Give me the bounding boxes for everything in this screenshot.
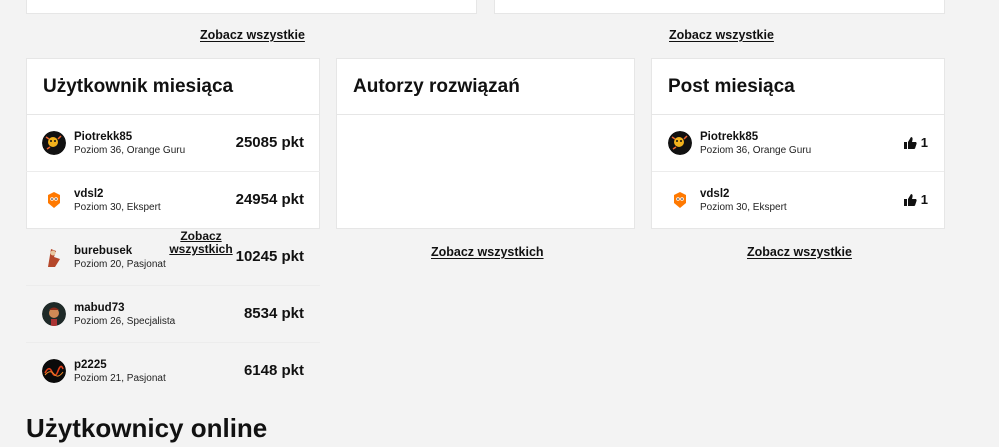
user-points: 10245 pkt <box>235 248 304 265</box>
post-author-name[interactable]: Piotrekk85 <box>700 131 758 143</box>
thumbs-up-icon <box>903 136 917 149</box>
see-all-link-left[interactable]: Zobacz wszystkie <box>200 28 305 42</box>
card-title: Użytkownik miesiąca <box>43 75 234 97</box>
user-level: Poziom 21, Pasjonat <box>74 373 166 384</box>
see-all-authors-link[interactable]: Zobacz wszystkich <box>431 245 544 259</box>
user-name[interactable]: Piotrekk85 <box>74 131 132 143</box>
user-points: 8534 pkt <box>243 305 304 322</box>
list-item[interactable]: vdsl2 Poziom 30, Ekspert 1 <box>652 172 944 229</box>
like-count-value: 1 <box>920 192 928 207</box>
top-card-right <box>494 0 945 14</box>
like-count: 1 <box>903 192 928 207</box>
solution-authors-card: Autorzy rozwiązań <box>336 58 635 229</box>
card-header: Autorzy rozwiązań <box>337 59 634 115</box>
user-points: 24954 pkt <box>235 191 304 208</box>
see-all-link-right[interactable]: Zobacz wszystkie <box>669 28 774 42</box>
list-item[interactable]: mabud73 Poziom 26, Specjalista 8534 pkt <box>26 286 320 343</box>
post-of-month-card: Post miesiąca Piotrekk85 Poziom 36, Oran… <box>651 58 945 229</box>
user-name[interactable]: vdsl2 <box>74 188 103 200</box>
card-header: Post miesiąca <box>652 59 944 115</box>
list-item[interactable]: p2225 Poziom 21, Pasjonat 6148 pkt <box>26 343 320 400</box>
list-item[interactable]: Piotrekk85 Poziom 36, Orange Guru 1 <box>652 115 944 172</box>
user-level: Poziom 36, Orange Guru <box>74 145 186 156</box>
user-points: 25085 pkt <box>235 134 304 151</box>
avatar-icon <box>668 131 692 155</box>
user-name[interactable]: p2225 <box>74 359 107 371</box>
post-author-name[interactable]: vdsl2 <box>700 188 729 200</box>
user-level: Poziom 26, Specjalista <box>74 316 176 327</box>
user-points: 6148 pkt <box>243 362 304 379</box>
thumbs-up-icon <box>903 193 917 206</box>
avatar-icon <box>42 188 66 212</box>
avatar-icon <box>42 302 66 326</box>
see-all-users-link[interactable]: Zobacz wszystkich <box>168 230 234 256</box>
card-header: Użytkownik miesiąca <box>27 59 319 115</box>
user-list: Piotrekk85 Poziom 36, Orange Guru 25085 … <box>26 115 320 401</box>
card-title: Autorzy rozwiązań <box>353 75 520 97</box>
online-users-heading: Użytkownicy online <box>26 413 268 443</box>
avatar-icon <box>42 245 66 269</box>
like-count: 1 <box>903 135 928 150</box>
user-level: Poziom 30, Ekspert <box>74 202 161 213</box>
user-name[interactable]: mabud73 <box>74 302 125 314</box>
avatar-icon <box>42 131 66 155</box>
post-author-level: Poziom 30, Ekspert <box>700 202 787 213</box>
avatar-icon <box>42 359 66 383</box>
avatar-icon <box>668 188 692 212</box>
post-author-level: Poziom 36, Orange Guru <box>700 145 812 156</box>
user-level: Poziom 20, Pasjonat <box>74 259 166 270</box>
list-item[interactable]: vdsl2 Poziom 30, Ekspert 24954 pkt <box>26 172 320 229</box>
list-item[interactable]: burebusek Poziom 20, Pasjonat Zobacz wsz… <box>26 229 320 286</box>
card-title: Post miesiąca <box>668 75 795 97</box>
like-count-value: 1 <box>920 135 928 150</box>
top-card-left <box>26 0 477 14</box>
list-item[interactable]: Piotrekk85 Poziom 36, Orange Guru 25085 … <box>26 115 320 172</box>
user-name[interactable]: burebusek <box>74 245 132 257</box>
see-all-posts-link[interactable]: Zobacz wszystkie <box>747 245 852 259</box>
